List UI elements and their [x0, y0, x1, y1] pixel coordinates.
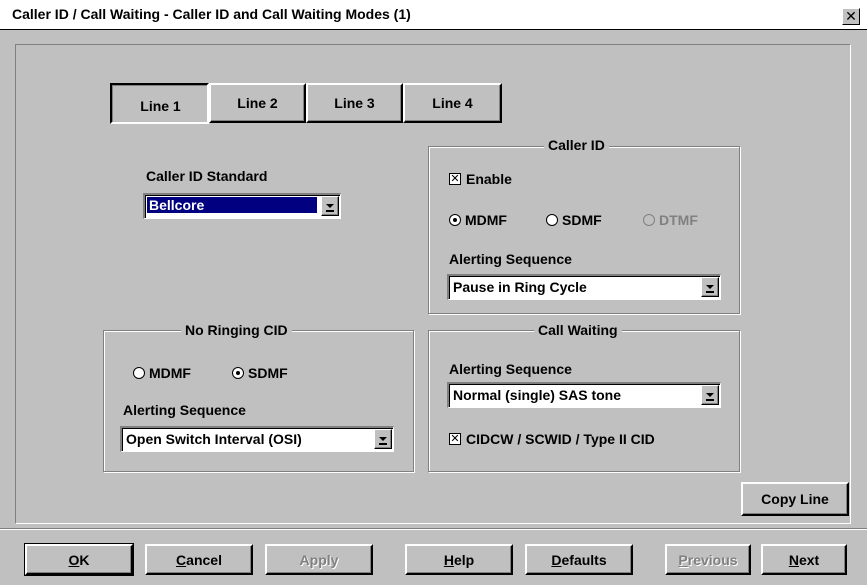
no-ringing-alerting-value: Open Switch Interval (OSI) [126, 431, 302, 447]
apply-label: Apply [299, 551, 339, 568]
defaults-button[interactable]: Defaults [525, 544, 633, 575]
caller-id-dtmf-label: DTMF [659, 212, 698, 228]
ok-button[interactable]: OK [24, 543, 134, 576]
tab-line-2-label: Line 2 [237, 95, 278, 111]
cidcw-checkbox[interactable]: ✕ CIDCW / SCWID / Type II CID [449, 431, 655, 447]
tab-line-4-label: Line 4 [432, 95, 473, 111]
no-ringing-sdmf-label: SDMF [248, 365, 288, 381]
no-ringing-mdmf-radio[interactable]: MDMF [133, 365, 191, 381]
caller-id-mdmf-radio[interactable]: MDMF [449, 212, 507, 228]
tab-line-1-label: Line 1 [140, 97, 181, 114]
defaults-mnemonic: D [551, 551, 562, 568]
caller-id-group-title: Caller ID [544, 137, 609, 153]
copy-line-button[interactable]: Copy Line [741, 482, 849, 516]
caller-id-standard-label: Caller ID Standard [146, 168, 268, 184]
caller-id-sdmf-label: SDMF [562, 212, 602, 228]
cancel-mnemonic: C [176, 551, 187, 568]
no-ringing-sdmf-radio[interactable]: SDMF [232, 365, 288, 381]
close-button[interactable]: ✕ [842, 8, 860, 25]
previous-mnemonic: P [678, 551, 688, 568]
ok-mnemonic: O [68, 551, 80, 568]
chevron-down-icon[interactable] [321, 196, 339, 216]
chevron-down-icon[interactable] [374, 429, 392, 449]
next-button[interactable]: Next [761, 544, 847, 575]
checkbox-check-icon: ✕ [449, 172, 461, 185]
caller-id-sdmf-radio[interactable]: SDMF [546, 212, 602, 228]
call-waiting-alerting-select[interactable]: Normal (single) SAS tone [447, 382, 721, 408]
next-mnemonic: N [788, 551, 799, 568]
caller-id-enable-label: Enable [466, 171, 512, 187]
copy-line-label: Copy Line [761, 491, 829, 507]
caller-id-standard-value: Bellcore [147, 197, 317, 213]
call-waiting-alerting-label: Alerting Sequence [449, 361, 572, 377]
previous-button: Previous [665, 544, 751, 575]
previous-label-rest: revious [687, 551, 738, 568]
checkbox-check-icon: ✕ [449, 432, 461, 445]
apply-button: Apply [265, 544, 373, 575]
cancel-label-rest: ancel [186, 551, 222, 568]
call-waiting-alerting-value: Normal (single) SAS tone [453, 387, 622, 403]
no-ringing-alerting-label: Alerting Sequence [123, 402, 246, 418]
chevron-down-icon[interactable] [701, 277, 719, 297]
radio-unselected-icon [133, 367, 145, 379]
tab-line-3[interactable]: Line 3 [306, 83, 403, 123]
caller-id-mdmf-label: MDMF [465, 212, 507, 228]
next-label-rest: ext [798, 551, 820, 568]
ok-label-rest: K [79, 551, 90, 568]
title-bar: Caller ID / Call Waiting - Caller ID and… [0, 0, 867, 30]
close-icon: ✕ [845, 8, 857, 24]
caller-id-standard-select[interactable]: Bellcore [143, 193, 341, 219]
tab-line-1[interactable]: Line 1 [110, 83, 209, 124]
window-title: Caller ID / Call Waiting - Caller ID and… [12, 6, 411, 22]
tab-line-3-label: Line 3 [334, 95, 375, 111]
help-button[interactable]: Help [405, 544, 513, 575]
caller-id-alerting-label: Alerting Sequence [449, 251, 572, 267]
caller-id-enable-checkbox[interactable]: ✕ Enable [449, 171, 512, 187]
no-ringing-mdmf-label: MDMF [149, 365, 191, 381]
tab-line-4[interactable]: Line 4 [403, 83, 502, 123]
no-ringing-alerting-select[interactable]: Open Switch Interval (OSI) [120, 426, 394, 452]
help-label-rest: elp [453, 551, 475, 568]
call-waiting-group-title: Call Waiting [534, 322, 622, 338]
help-mnemonic: H [443, 551, 454, 568]
no-ringing-cid-group-title: No Ringing CID [181, 322, 292, 338]
cancel-button[interactable]: Cancel [145, 544, 253, 575]
defaults-label-rest: efaults [561, 551, 607, 568]
radio-disabled-icon [643, 214, 655, 226]
caller-id-alerting-value: Pause in Ring Cycle [453, 279, 587, 295]
cidcw-label: CIDCW / SCWID / Type II CID [466, 431, 655, 447]
caller-id-alerting-select[interactable]: Pause in Ring Cycle [447, 274, 721, 300]
radio-selected-icon [232, 367, 244, 379]
chevron-down-icon[interactable] [701, 385, 719, 405]
radio-unselected-icon [546, 214, 558, 226]
footer-separator-highlight [0, 529, 867, 530]
caller-id-dtmf-radio: DTMF [643, 212, 698, 228]
tab-line-2[interactable]: Line 2 [209, 83, 306, 123]
radio-selected-icon [449, 214, 461, 226]
